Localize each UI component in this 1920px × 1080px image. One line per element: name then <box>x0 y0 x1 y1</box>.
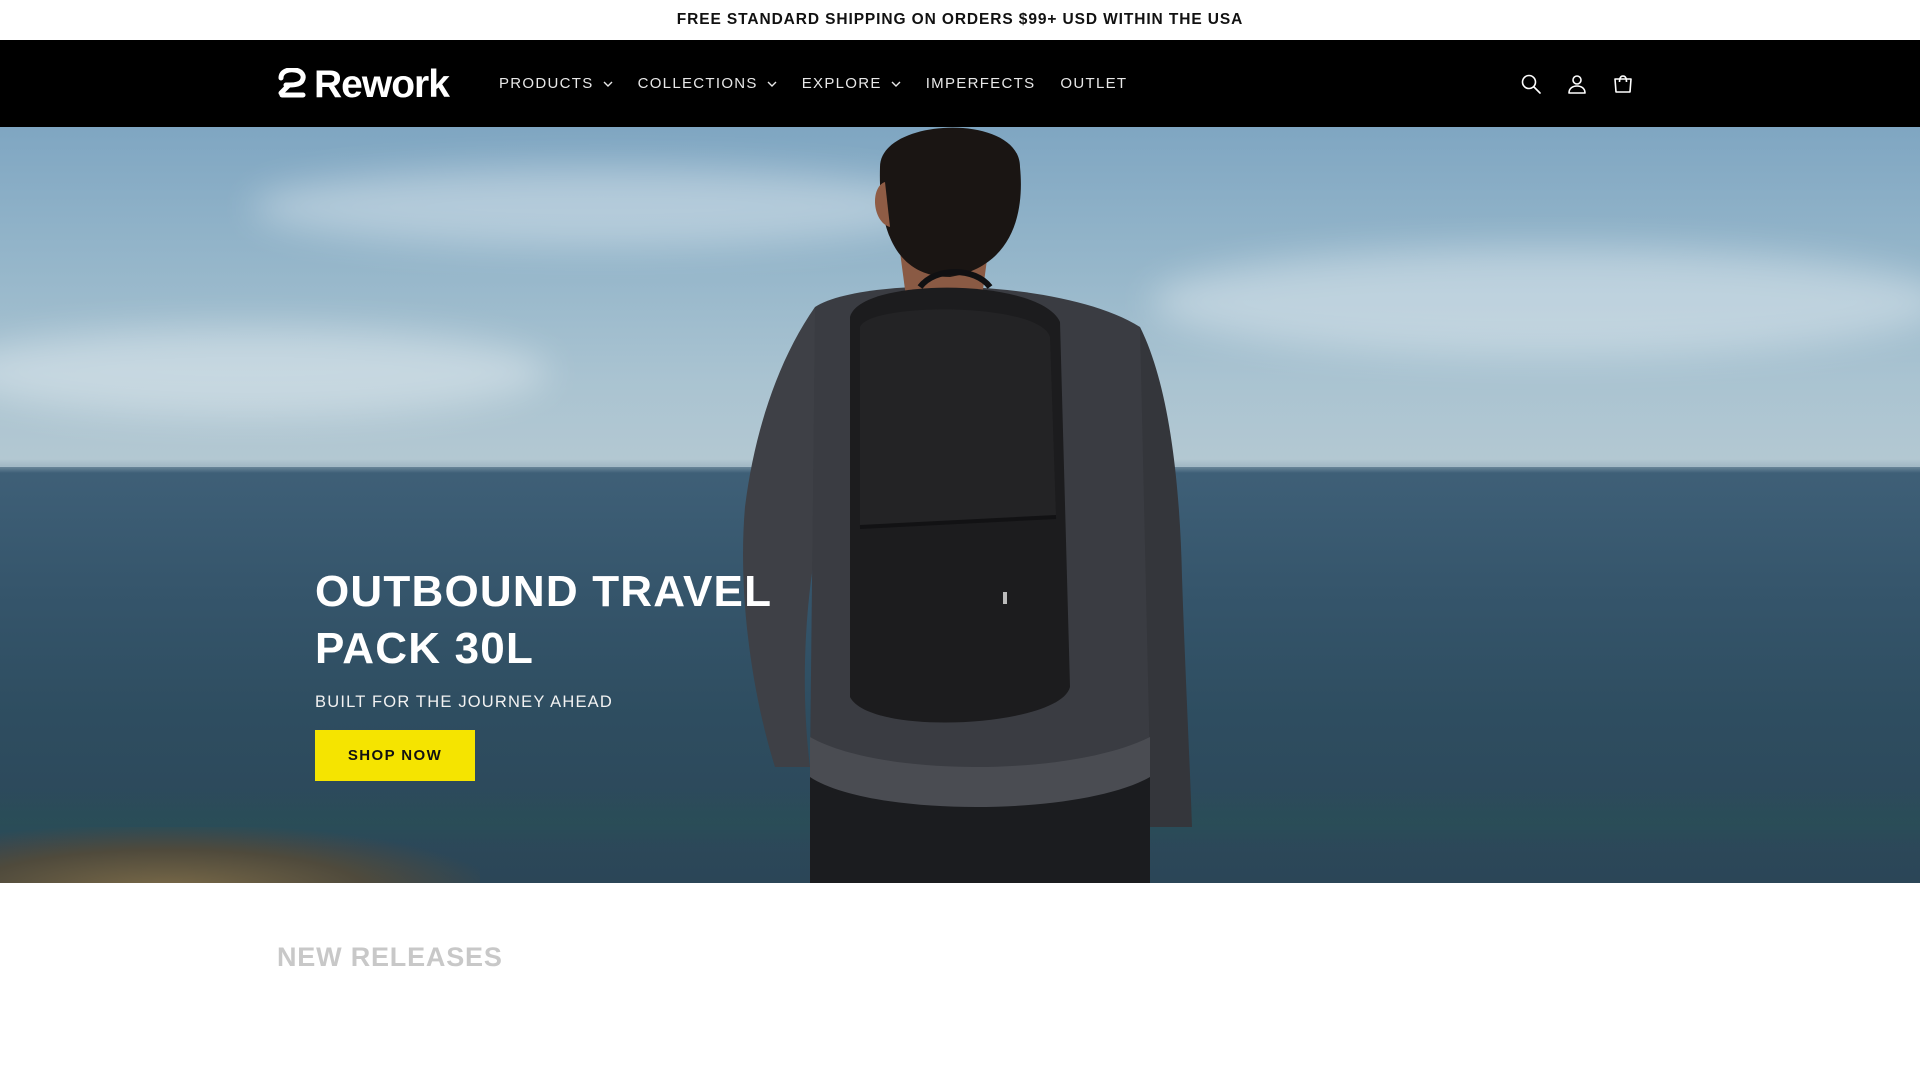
nav-item-label: EXPLORE <box>801 75 882 92</box>
hero-banner: OUTBOUND TRAVEL PACK 30L BUILT FOR THE J… <box>0 127 1920 883</box>
announcement-bar: FREE STANDARD SHIPPING ON ORDERS $99+ US… <box>0 0 1920 40</box>
shop-now-button[interactable]: SHOP NOW <box>315 730 475 781</box>
nav-item-explore[interactable]: EXPLORE <box>802 75 901 92</box>
nav-item-imperfects[interactable]: IMPERFECTS <box>926 75 1036 92</box>
nav-item-label: PRODUCTS <box>499 75 594 92</box>
nav-item-collections[interactable]: COLLECTIONS <box>638 75 777 92</box>
site-header: Rework PRODUCTS COLLECTIONS EXPLORE IMPE… <box>0 40 1920 127</box>
sky-cloud <box>0 327 550 417</box>
account-icon <box>1568 74 1586 94</box>
hero-title-line: PACK 30L <box>315 624 535 673</box>
announcement-text: FREE STANDARD SHIPPING ON ORDERS $99+ US… <box>676 11 1244 28</box>
new-releases-heading: NEW RELEASES <box>277 942 503 972</box>
hero-title-line: OUTBOUND TRAVEL <box>315 567 773 616</box>
cart-button[interactable] <box>1610 71 1636 97</box>
main-nav: PRODUCTS COLLECTIONS EXPLORE IMPERFECTS … <box>499 40 1127 127</box>
hero-title: OUTBOUND TRAVEL PACK 30L <box>315 563 875 677</box>
shoreline <box>0 827 480 883</box>
chevron-down-icon <box>767 81 777 87</box>
nav-item-label: IMPERFECTS <box>925 75 1036 92</box>
nav-item-label: COLLECTIONS <box>637 75 758 92</box>
rework-logo-mark-icon <box>278 68 306 98</box>
hero-content: OUTBOUND TRAVEL PACK 30L BUILT FOR THE J… <box>315 563 875 781</box>
nav-item-outlet[interactable]: OUTLET <box>1060 75 1127 92</box>
search-icon <box>1521 74 1541 94</box>
nav-item-label: OUTLET <box>1060 75 1128 92</box>
account-button[interactable] <box>1564 71 1590 97</box>
logo-link[interactable]: Rework <box>277 62 450 106</box>
cart-icon <box>1614 74 1632 93</box>
search-button[interactable] <box>1518 71 1544 97</box>
chevron-down-icon <box>603 81 613 87</box>
nav-item-products[interactable]: PRODUCTS <box>499 75 613 92</box>
chevron-down-icon <box>891 81 901 87</box>
header-icons <box>1518 40 1636 127</box>
logo-text: Rework <box>314 62 450 106</box>
sky-cloud <box>1150 247 1920 357</box>
hero-subtitle: BUILT FOR THE JOURNEY AHEAD <box>315 693 613 711</box>
